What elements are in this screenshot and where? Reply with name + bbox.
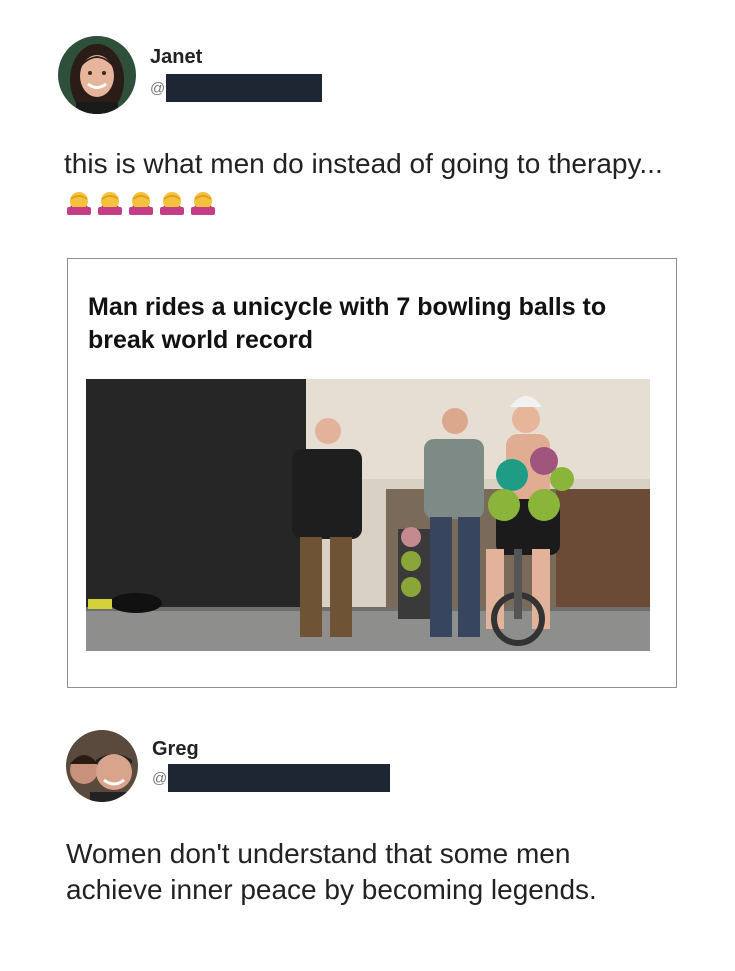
woman-facepalming-icon <box>98 192 122 215</box>
link-preview-card[interactable]: Man rides a unicycle with 7 bowling ball… <box>67 258 677 688</box>
card-photo[interactable] <box>86 379 650 651</box>
facepalm-emoji-row <box>64 185 219 215</box>
avatar-janet[interactable] <box>58 36 136 114</box>
tweet-greg: Greg @ Women don't understand that some … <box>0 700 735 971</box>
handle-prefix: @ <box>152 770 168 787</box>
avatar-greg[interactable] <box>66 730 138 802</box>
redacted-handle <box>166 74 322 102</box>
woman-facepalming-icon <box>129 192 153 215</box>
handle-prefix: @ <box>150 80 166 97</box>
tweet-text: this is what men do instead of going to … <box>64 146 664 218</box>
display-name[interactable]: Greg <box>152 738 199 761</box>
tweet-body: this is what men do instead of going to … <box>64 148 663 179</box>
card-headline[interactable]: Man rides a unicycle with 7 bowling ball… <box>88 291 663 357</box>
tweet-body: Women don't understand that some men ach… <box>66 838 597 905</box>
display-name[interactable]: Janet <box>150 46 202 69</box>
redacted-handle <box>168 764 390 792</box>
unicycle-photo-illustration <box>86 379 650 651</box>
woman-facepalming-icon <box>67 192 91 215</box>
woman-facepalming-icon <box>191 192 215 215</box>
woman-facepalming-icon <box>160 192 184 215</box>
tweet-janet: Janet @ this is what men do instead of g… <box>0 0 735 250</box>
